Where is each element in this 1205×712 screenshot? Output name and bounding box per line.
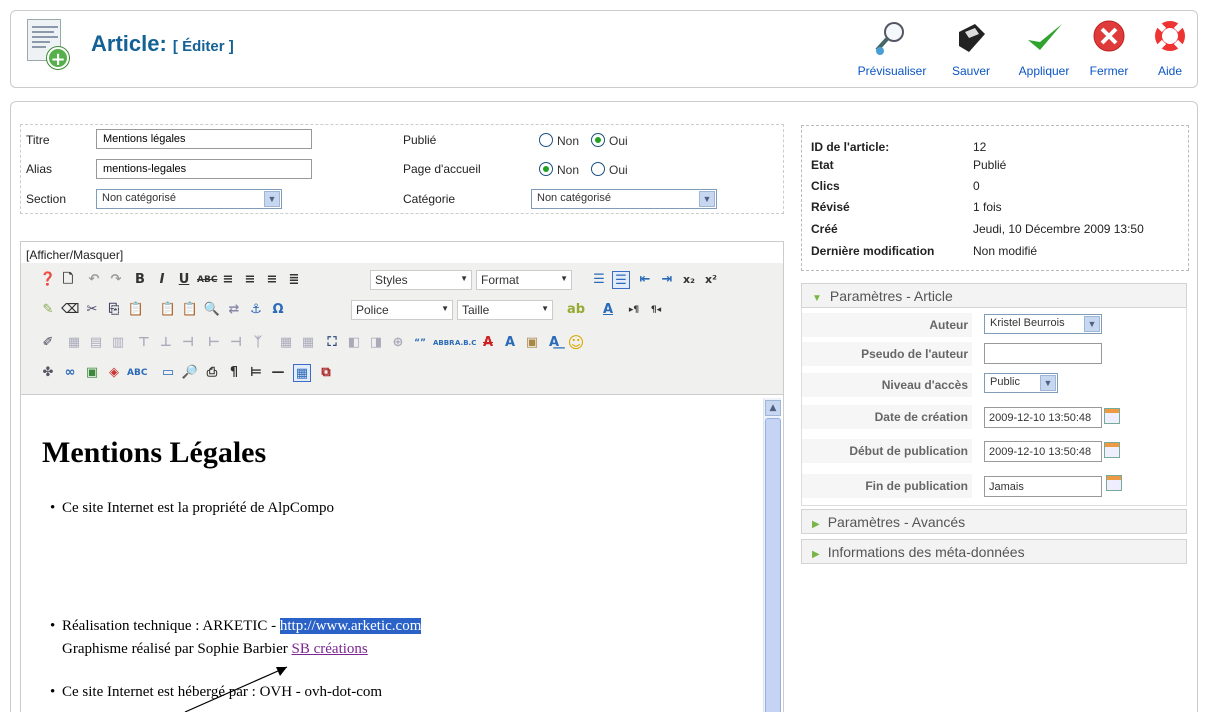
- publish-start-input[interactable]: 2009-12-10 13:50:48: [984, 441, 1102, 462]
- triangle-right-icon: ▶: [812, 519, 820, 530]
- state-value: Publié: [973, 158, 1007, 172]
- chevron-down-icon: ▼: [1040, 375, 1056, 391]
- chevron-down-icon: ▼: [1084, 316, 1100, 332]
- hits-label: Clics: [811, 179, 840, 193]
- calendar-icon[interactable]: [1104, 442, 1120, 458]
- params-advanced-header[interactable]: ▶ Paramètres - Avancés: [801, 509, 1187, 534]
- triangle-down-icon: ▼: [812, 293, 822, 304]
- id-value: 12: [973, 140, 987, 154]
- created-label: Créé: [811, 222, 838, 236]
- modified-label: Dernière modification: [811, 244, 935, 258]
- calendar-icon[interactable]: [1104, 408, 1120, 424]
- created-value: Jeudi, 10 Décembre 2009 13:50: [973, 222, 1144, 236]
- author-alias-input[interactable]: [984, 343, 1102, 364]
- author-label: Auteur: [802, 313, 972, 337]
- created-date-input[interactable]: 2009-12-10 13:50:48: [984, 407, 1102, 428]
- state-label: Etat: [811, 158, 834, 172]
- author-alias-label: Pseudo de l'auteur: [802, 342, 972, 366]
- calendar-icon[interactable]: [1106, 475, 1122, 491]
- revised-label: Révisé: [811, 200, 850, 214]
- publish-end-label: Fin de publication: [802, 474, 972, 498]
- revised-value: 1 fois: [973, 200, 1002, 214]
- params-meta-header[interactable]: ▶ Informations des méta-données: [801, 539, 1187, 564]
- modified-value: Non modifié: [973, 244, 1038, 258]
- access-select[interactable]: Public ▼: [984, 373, 1058, 393]
- author-select[interactable]: Kristel Beurrois ▼: [984, 314, 1102, 334]
- access-label: Niveau d'accès: [802, 373, 972, 397]
- created-date-label: Date de création: [802, 405, 972, 429]
- publish-end-input[interactable]: Jamais: [984, 476, 1102, 497]
- id-label: ID de l'article:: [811, 140, 890, 154]
- triangle-right-icon: ▶: [812, 549, 820, 560]
- hits-value: 0: [973, 179, 980, 193]
- params-article-header[interactable]: ▼ Paramètres - Article: [801, 283, 1187, 308]
- publish-start-label: Début de publication: [802, 439, 972, 463]
